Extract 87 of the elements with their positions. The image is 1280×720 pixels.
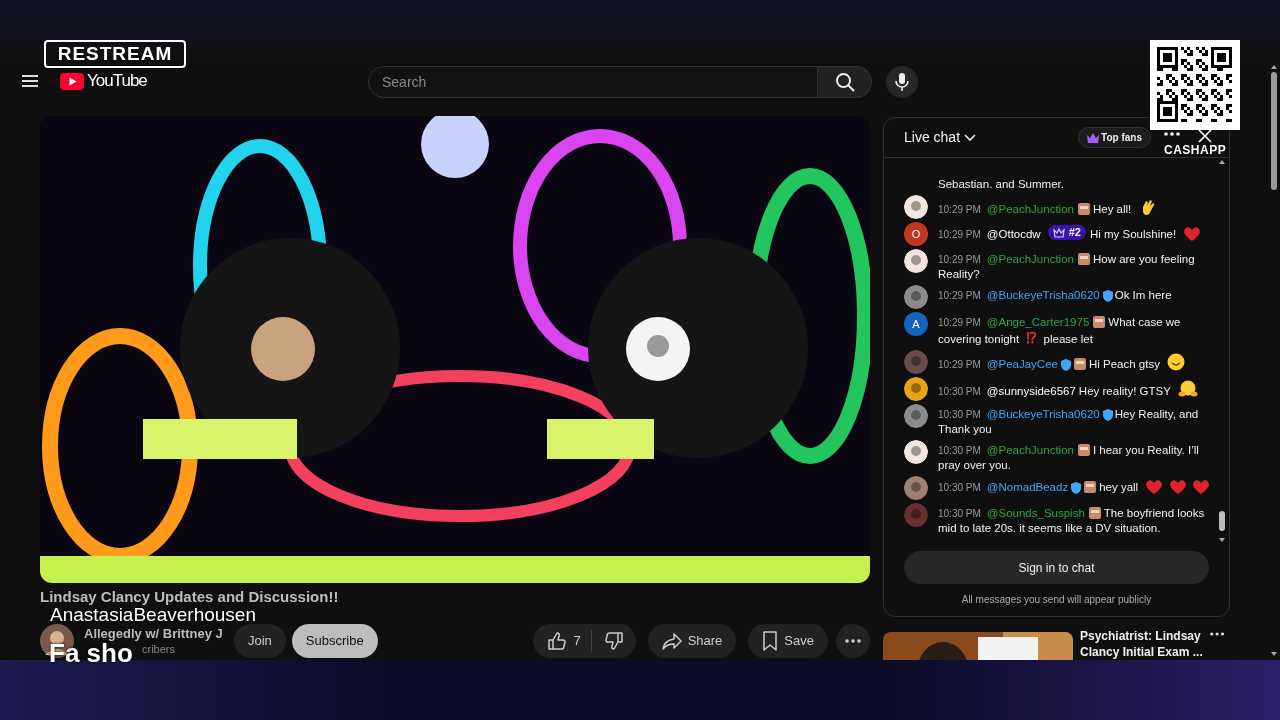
share-button[interactable]: Share <box>647 624 737 658</box>
top-fans-button[interactable]: Top fans <box>1078 127 1151 148</box>
restream-logo: RESTREAM <box>44 40 186 68</box>
author-name[interactable]: @PeachJunction <box>986 444 1074 456</box>
chevron-down-icon <box>964 133 977 142</box>
crown-icon <box>1087 132 1100 143</box>
save-button[interactable]: Save <box>748 624 828 658</box>
message-text: I hear you Reality. I’ll <box>1092 444 1199 456</box>
message-text: hey yall <box>1099 481 1139 493</box>
viewer-name: AnastasiaBeaverhousen <box>50 604 256 626</box>
timestamp: 10:29 PM <box>938 290 981 301</box>
timestamp: 10:29 PM <box>938 359 981 370</box>
subscribe-button[interactable]: Subscribe <box>291 624 378 658</box>
heart-icon <box>1145 479 1164 494</box>
timestamp: 10:30 PM <box>938 508 981 519</box>
timestamp: 10:30 PM <box>938 482 981 493</box>
message-text: Hi Peach gtsy <box>1088 358 1160 370</box>
search-button[interactable] <box>818 66 872 98</box>
interrobang-symbol: ⁉ <box>1026 329 1037 346</box>
scrollbar[interactable] <box>1218 158 1226 544</box>
message-text: Hey all! <box>1092 203 1132 215</box>
youtube-logo-text[interactable]: YouTube <box>87 71 147 91</box>
avatar: O <box>904 222 928 246</box>
heart-icon <box>1191 479 1210 494</box>
heart-icon <box>1168 479 1187 494</box>
more-icon <box>845 639 861 643</box>
message-text: How are you feeling <box>1092 253 1195 265</box>
qr-label: CASHAPP <box>1164 144 1227 157</box>
bookmark-icon <box>762 631 779 651</box>
close-icon[interactable] <box>1198 129 1212 143</box>
timestamp: 10:30 PM <box>938 386 981 397</box>
youtube-play-icon <box>60 72 84 90</box>
author-name[interactable]: @BuckeyeTrisha0620 <box>986 408 1100 420</box>
author-name[interactable]: @NomadBeadz <box>986 481 1069 493</box>
video-title[interactable]: Psychiatrist: Lindsay Clancy Initial Exam ... <box>1080 628 1203 660</box>
author-name[interactable]: @Ottocdw <box>986 227 1041 240</box>
author-name[interactable]: @sunnyside6567 <box>986 385 1076 397</box>
message-text: What case we <box>1108 316 1181 328</box>
message-text: Reality? <box>938 268 980 280</box>
more-button[interactable] <box>836 624 870 658</box>
timestamp: 10:30 PM <box>938 445 981 456</box>
microphone-icon <box>895 72 909 92</box>
live-chat-dropdown[interactable]: Live chat <box>904 127 977 148</box>
author-name[interactable]: @PeachJunction <box>986 253 1074 265</box>
search-field[interactable]: Search <box>368 66 818 98</box>
message-text: Hey reality! GTSY <box>1078 385 1171 397</box>
sign-in-button[interactable]: Sign in to chat <box>904 551 1209 584</box>
thumbs-down-icon <box>603 631 624 651</box>
message-text: please let <box>1043 333 1093 345</box>
avatar: A <box>904 312 928 336</box>
author-name[interactable]: @Ange_Carter1975 <box>986 316 1090 328</box>
message-text: Thank you <box>938 423 992 435</box>
message-text: Ok Im here <box>1114 289 1172 301</box>
more-icon[interactable] <box>1164 132 1180 136</box>
message-text: pray over you. <box>938 459 1011 471</box>
chat-notice: All messages you send will appear publicly <box>960 593 1153 607</box>
timestamp: 10:30 PM <box>938 409 981 420</box>
rank-text: #2 <box>1068 225 1081 240</box>
message-text: covering tonight <box>938 333 1020 345</box>
join-button[interactable]: Join <box>234 624 286 658</box>
share-icon <box>661 632 682 650</box>
hugging-emoji-icon <box>1178 380 1199 398</box>
message-text: mid to late 20s. it seems like a DV situation. <box>938 522 1161 534</box>
crown-icon <box>1052 227 1065 238</box>
thumbs-up-icon <box>547 631 568 651</box>
menu-icon[interactable] <box>22 74 38 88</box>
more-icon[interactable] <box>1209 632 1224 636</box>
message-text: The boyfriend looks <box>1103 507 1205 519</box>
video-title: Lindsay Clancy Updates and Discussion!! <box>40 588 340 606</box>
timestamp: 10:29 PM <box>938 317 981 328</box>
search-icon <box>834 72 855 92</box>
smiley-icon <box>1167 353 1186 371</box>
message-text: Sebastian. and Summer. <box>938 178 1064 190</box>
author-name[interactable]: @PeachJunction <box>986 203 1074 215</box>
heart-icon <box>1183 225 1202 241</box>
message-text: Hey Reality, and <box>1114 408 1199 420</box>
subscriber-count: cribers <box>142 642 175 656</box>
author-name[interactable]: @Sounds_Suspish <box>986 507 1085 519</box>
timestamp: 10:29 PM <box>938 204 981 215</box>
timestamp: 10:29 PM <box>938 228 981 240</box>
like-button[interactable]: 7 <box>533 624 591 658</box>
voice-search-button[interactable] <box>886 66 918 98</box>
timestamp: 10:29 PM <box>938 254 981 265</box>
author-name[interactable]: @PeaJayCee <box>986 358 1058 370</box>
channel-name[interactable]: Allegedly w/ Brittney J <box>84 626 234 642</box>
message-text: Hi my Soulshine! <box>1089 227 1177 240</box>
author-name[interactable]: @BuckeyeTrisha0620 <box>986 289 1100 301</box>
